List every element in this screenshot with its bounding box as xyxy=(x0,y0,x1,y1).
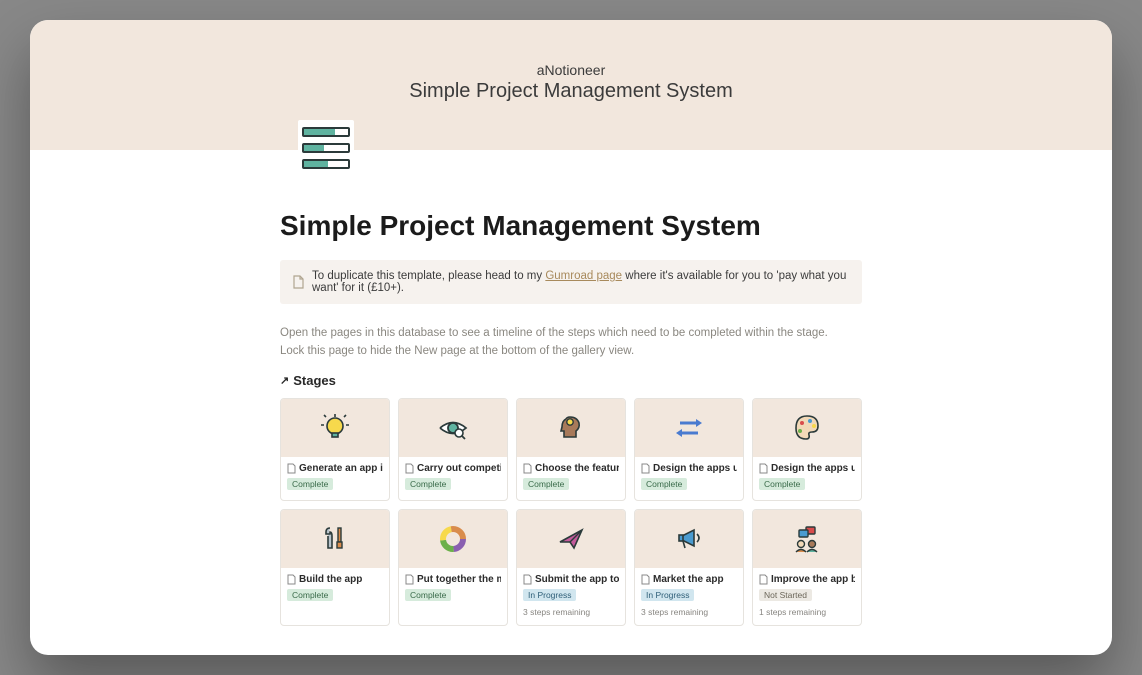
card-cover xyxy=(517,510,625,568)
status-badge: Complete xyxy=(287,478,333,490)
card-title: Put together the ma... xyxy=(405,574,501,585)
page-icon xyxy=(641,574,650,585)
stage-card[interactable]: Design the apps use... Complete xyxy=(634,398,744,501)
stage-card[interactable]: Submit the app to th... In Progress 3 st… xyxy=(516,509,626,626)
card-title-text: Generate an app idea xyxy=(299,463,383,474)
card-title-text: Design the apps use... xyxy=(771,463,855,474)
status-badge: Complete xyxy=(405,589,451,601)
stages-gallery: Generate an app idea Complete xyxy=(280,398,862,626)
card-title-text: Submit the app to th... xyxy=(535,574,619,585)
callout-block: To duplicate this template, please head … xyxy=(280,260,862,304)
card-cover xyxy=(635,399,743,457)
card-title: Improve the app bas... xyxy=(759,574,855,585)
palette-icon xyxy=(790,411,824,445)
cover-subtitle: Simple Project Management System xyxy=(30,80,1112,103)
card-title-text: Choose the features... xyxy=(535,463,619,474)
card-cover xyxy=(635,510,743,568)
card-title-text: Improve the app bas... xyxy=(771,574,855,585)
cover-text: aNotioneer Simple Project Management Sys… xyxy=(30,62,1112,103)
progress-bars-icon xyxy=(298,120,354,176)
card-cover xyxy=(753,399,861,457)
stage-card[interactable]: Market the app In Progress 3 steps remai… xyxy=(634,509,744,626)
card-title-text: Put together the ma... xyxy=(417,574,501,585)
page-icon xyxy=(759,463,768,474)
status-badge: Complete xyxy=(523,478,569,490)
cover-brand: aNotioneer xyxy=(30,62,1112,78)
card-title: Market the app xyxy=(641,574,737,585)
page-icon xyxy=(287,463,296,474)
stages-view-link[interactable]: ↗ Stages xyxy=(280,373,862,388)
status-badge: Complete xyxy=(287,589,333,601)
steps-remaining: 3 steps remaining xyxy=(523,607,619,617)
lightbulb-icon xyxy=(318,411,352,445)
eye-magnifier-icon xyxy=(436,411,470,445)
stage-card[interactable]: Build the app Complete xyxy=(280,509,390,626)
arrows-exchange-icon xyxy=(672,411,706,445)
page-icon xyxy=(287,574,296,585)
card-cover xyxy=(399,510,507,568)
page-icon xyxy=(523,463,532,474)
page-icon xyxy=(641,463,650,474)
status-badge: In Progress xyxy=(523,589,576,601)
card-cover xyxy=(753,510,861,568)
tools-icon xyxy=(318,522,352,556)
link-arrow-icon: ↗ xyxy=(280,374,289,387)
card-title: Submit the app to th... xyxy=(523,574,619,585)
callout-text: To duplicate this template, please head … xyxy=(312,270,850,294)
people-chat-icon xyxy=(790,522,824,556)
page-icon xyxy=(405,463,414,474)
page-icon xyxy=(759,574,768,585)
stages-header-label: Stages xyxy=(293,373,336,388)
steps-remaining: 1 steps remaining xyxy=(759,607,855,617)
description-line-1: Open the pages in this database to see a… xyxy=(280,324,862,342)
page-icon xyxy=(405,574,414,585)
page-cover: aNotioneer Simple Project Management Sys… xyxy=(30,20,1112,150)
donut-chart-icon xyxy=(436,522,470,556)
card-title: Choose the features... xyxy=(523,463,619,474)
stage-card[interactable]: Put together the ma... Complete xyxy=(398,509,508,626)
card-title: Design the apps use... xyxy=(641,463,737,474)
callout-prefix: To duplicate this template, please head … xyxy=(312,270,545,282)
page-icon xyxy=(292,275,304,289)
card-title-text: Design the apps use... xyxy=(653,463,737,474)
card-title-text: Build the app xyxy=(299,574,362,585)
page-content: Simple Project Management System To dupl… xyxy=(280,150,862,626)
card-title-text: Market the app xyxy=(653,574,724,585)
head-idea-icon xyxy=(554,411,588,445)
status-badge: Complete xyxy=(759,478,805,490)
stage-card[interactable]: Carry out competitiv... Complete xyxy=(398,398,508,501)
stage-card[interactable]: Design the apps use... Complete xyxy=(752,398,862,501)
steps-remaining: 3 steps remaining xyxy=(641,607,737,617)
card-title: Build the app xyxy=(287,574,383,585)
paper-plane-icon xyxy=(554,522,588,556)
megaphone-icon xyxy=(672,522,706,556)
card-cover xyxy=(281,510,389,568)
status-badge: Not Started xyxy=(759,589,812,601)
description-block: Open the pages in this database to see a… xyxy=(280,324,862,361)
card-cover xyxy=(281,399,389,457)
stage-card[interactable]: Generate an app idea Complete xyxy=(280,398,390,501)
stage-card[interactable]: Choose the features... Complete xyxy=(516,398,626,501)
page-icon xyxy=(523,574,532,585)
card-cover xyxy=(517,399,625,457)
status-badge: Complete xyxy=(641,478,687,490)
card-title: Generate an app idea xyxy=(287,463,383,474)
card-title: Design the apps use... xyxy=(759,463,855,474)
status-badge: Complete xyxy=(405,478,451,490)
page-title: Simple Project Management System xyxy=(280,210,862,242)
gumroad-link[interactable]: Gumroad page xyxy=(545,270,622,282)
card-title: Carry out competitiv... xyxy=(405,463,501,474)
notion-window: aNotioneer Simple Project Management Sys… xyxy=(30,20,1112,655)
card-cover xyxy=(399,399,507,457)
description-line-2: Lock this page to hide the New page at t… xyxy=(280,342,862,360)
card-title-text: Carry out competitiv... xyxy=(417,463,501,474)
status-badge: In Progress xyxy=(641,589,694,601)
stage-card[interactable]: Improve the app bas... Not Started 1 ste… xyxy=(752,509,862,626)
